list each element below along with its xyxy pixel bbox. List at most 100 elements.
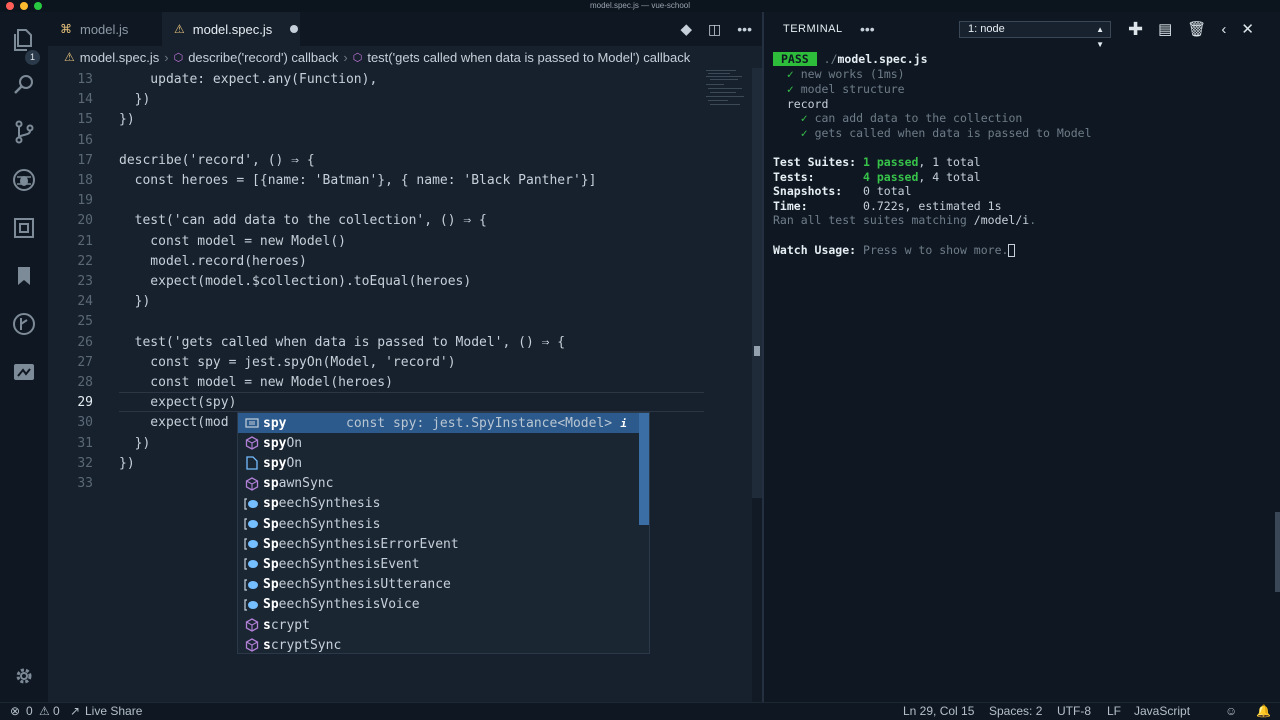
live-share-icon[interactable]: ↗	[70, 704, 80, 718]
code-line[interactable]: 20 test('can add data to the collection'…	[48, 211, 704, 231]
editor-scrollbar-thumb[interactable]	[752, 68, 762, 498]
encoding[interactable]: UTF-8	[1057, 704, 1091, 718]
minimap[interactable]	[704, 68, 752, 128]
suggestion-item[interactable]: spy On	[238, 453, 641, 473]
unsaved-dot-icon[interactable]	[290, 25, 299, 33]
suggestion-item[interactable]: spy const spy: jest.SpyInstance<Model> i	[238, 413, 641, 433]
search-icon[interactable]	[12, 72, 36, 96]
source-control-icon[interactable]	[12, 120, 36, 144]
suggestion-item[interactable]: Sp eechSynthesis	[238, 514, 641, 534]
errors-icon[interactable]: ⊗	[10, 704, 20, 718]
suggestion-item[interactable]: Sp eechSynthesisVoice	[238, 595, 641, 615]
cursor-position[interactable]: Ln 29, Col 15	[903, 704, 974, 718]
code-line[interactable]: 16	[48, 131, 704, 151]
breadcrumb-test[interactable]: test('gets called when data is passed to…	[367, 50, 690, 65]
line-number: 28	[77, 375, 93, 390]
code-line[interactable]: 24 })	[48, 292, 704, 312]
suggestion-item[interactable]: spy On	[238, 433, 641, 453]
interface-icon	[244, 516, 260, 532]
error-count[interactable]: 0	[26, 704, 33, 718]
suggestion-rest: eechSynthesis	[278, 496, 381, 512]
terminal-more-icon[interactable]: •••	[860, 21, 875, 37]
code-line[interactable]: 26 test('gets called when data is passed…	[48, 333, 704, 353]
compare-changes-icon[interactable]: ◆	[681, 20, 693, 38]
code-text: })	[119, 92, 151, 108]
interface-icon	[244, 577, 260, 593]
scm-badge: 1	[25, 50, 40, 65]
extensions-icon[interactable]	[12, 216, 36, 240]
cube-icon: ⬡	[173, 51, 184, 64]
terminal-cursor[interactable]	[1008, 244, 1016, 257]
explorer-icon[interactable]	[12, 28, 36, 52]
remote-explorer-icon[interactable]	[12, 360, 36, 384]
indentation[interactable]: Spaces: 2	[989, 704, 1042, 718]
split-terminal-icon[interactable]: ▤	[1158, 20, 1172, 38]
new-terminal-icon[interactable]: ✚	[1128, 19, 1143, 40]
code-line[interactable]: 21 const model = new Model()	[48, 232, 704, 252]
status-bar: ⊗ 0 ⚠ 0 ↗ Live Share Ln 29, Col 15 Space…	[0, 702, 1280, 720]
split-editor-icon[interactable]: ◫	[708, 21, 721, 38]
close-icon[interactable]: ✕	[1241, 20, 1254, 38]
more-actions-icon[interactable]: •••	[737, 21, 752, 37]
terminal-panel: TERMINAL ••• 1: node ▲ ▼ ✚ ▤ 🗑 ‹ ✕ PASS .…	[764, 12, 1280, 702]
settings-gear-icon[interactable]	[12, 664, 36, 688]
suggestion-item[interactable]: sp eechSynthesis	[238, 494, 641, 514]
terminal-title[interactable]: TERMINAL	[783, 23, 843, 35]
end-of-line[interactable]: LF	[1107, 704, 1121, 718]
code-line[interactable]: 23 expect(model.$collection).toEqual(her…	[48, 272, 704, 292]
code-line[interactable]: 18 const heroes = [{name: 'Batman'}, { n…	[48, 171, 704, 191]
test-result: ✓ can add data to the collection	[800, 111, 1023, 125]
suggestion-item[interactable]: s crypt	[238, 615, 641, 635]
interface-icon	[244, 597, 260, 613]
warning-icon[interactable]: ⚠	[39, 704, 50, 718]
bookmark-icon[interactable]	[12, 264, 36, 288]
breadcrumb-describe[interactable]: describe('record') callback	[188, 50, 338, 65]
suggestion-item[interactable]: sp awnSync	[238, 474, 641, 494]
suggestion-rest: crypt	[270, 617, 310, 633]
code-line[interactable]: 14 })	[48, 90, 704, 110]
tab-model-js[interactable]: ⌘ model.js	[48, 12, 161, 46]
suggestion-item[interactable]: Sp eechSynthesisErrorEvent	[238, 534, 641, 554]
suggestion-item[interactable]: Sp eechSynthesisUtterance	[238, 575, 641, 595]
feedback-icon[interactable]: ☺	[1225, 704, 1237, 718]
suggestion-detail: const spy: jest.SpyInstance<Model>	[346, 415, 613, 431]
tab-model-spec-js[interactable]: ⚠ model.spec.js	[162, 12, 300, 46]
suggestion-item[interactable]: s cryptSync	[238, 635, 641, 653]
warning-count[interactable]: 0	[53, 704, 60, 718]
code-line[interactable]: 17 describe('record', () ⇒ {	[48, 151, 704, 171]
line-number: 23	[77, 274, 93, 289]
terminal-shell-select[interactable]: 1: node ▲ ▼	[959, 21, 1111, 49]
live-share-button[interactable]: Live Share	[85, 704, 142, 718]
suggestion-match: Sp	[263, 597, 279, 613]
summary-suites: Test Suites: 1 passed, 1 total	[773, 155, 981, 169]
code-line[interactable]: 25	[48, 312, 704, 332]
debug-icon[interactable]	[12, 168, 36, 192]
terminal-scrollbar[interactable]	[1275, 512, 1280, 592]
code-line[interactable]: 29 expect(spy)	[48, 393, 704, 413]
method-icon	[244, 476, 260, 492]
line-number: 22	[77, 253, 93, 269]
trash-icon[interactable]: 🗑	[1187, 20, 1206, 38]
code-text: test('can add data to the collection', (…	[119, 213, 487, 229]
gitlens-icon[interactable]	[12, 312, 36, 336]
breadcrumb-file[interactable]: model.spec.js	[80, 50, 159, 65]
method-icon	[244, 435, 260, 451]
code-line[interactable]: 19	[48, 191, 704, 211]
code-line[interactable]: 13 update: expect.any(Function),	[48, 70, 704, 90]
code-line[interactable]: 22 model.record(heroes)	[48, 252, 704, 272]
line-number: 18	[77, 173, 93, 188]
suggestion-item[interactable]: Sp eechSynthesisEvent	[238, 554, 641, 574]
code-line[interactable]: 15})	[48, 110, 704, 130]
language-mode[interactable]: JavaScript	[1134, 704, 1190, 718]
suggestion-rest: eechSynthesis	[278, 516, 381, 532]
suggestion-match: Sp	[263, 556, 279, 572]
chevron-left-icon[interactable]: ‹	[1221, 21, 1226, 38]
line-number: 29	[77, 395, 93, 411]
line-number: 26	[77, 334, 93, 350]
notifications-bell-icon[interactable]: 🔔	[1256, 704, 1271, 718]
info-icon[interactable]: i	[620, 417, 627, 430]
code-line[interactable]: 27 const spy = jest.spyOn(Model, 'record…	[48, 353, 704, 373]
suggest-scrollbar[interactable]	[639, 413, 649, 525]
line-number: 32	[77, 455, 93, 471]
code-line[interactable]: 28 const model = new Model(heroes)	[48, 373, 704, 393]
